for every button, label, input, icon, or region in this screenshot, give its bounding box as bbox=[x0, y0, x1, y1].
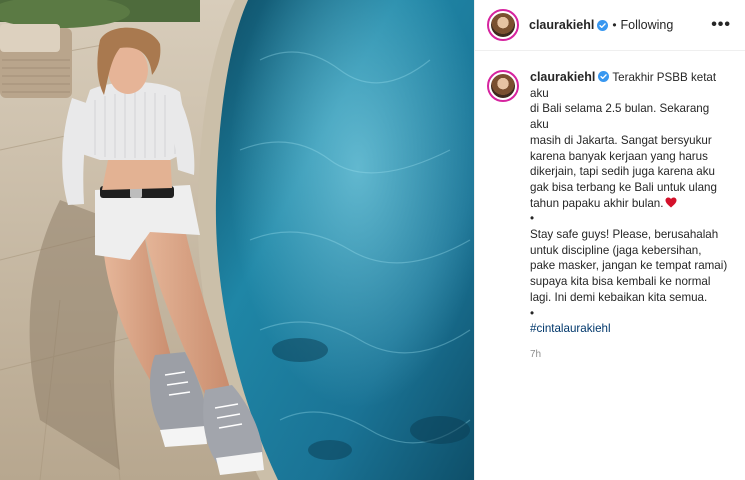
instagram-post: claurakiehl • Following ••• claurakiehl … bbox=[0, 0, 745, 480]
verified-badge-icon bbox=[597, 19, 609, 31]
following-button[interactable]: Following bbox=[621, 18, 674, 32]
caption-line: masih di Jakarta. Sangat bersyukur bbox=[530, 133, 712, 147]
caption-body: claurakiehl Terakhir PSBB ketat aku di B… bbox=[530, 70, 731, 363]
post-timestamp[interactable]: 7h bbox=[530, 347, 731, 363]
caption-line: • bbox=[530, 306, 535, 320]
caption-line: gak bisa terbang ke Bali untuk ulang bbox=[530, 180, 717, 194]
post-details-panel: claurakiehl • Following ••• claurakiehl … bbox=[474, 0, 745, 480]
verified-badge-icon bbox=[598, 71, 610, 82]
more-options-icon[interactable]: ••• bbox=[711, 17, 731, 33]
caption-text: Terakhir PSBB ketat aku di Bali selama 2… bbox=[530, 71, 731, 337]
avatar-image bbox=[491, 74, 515, 98]
caption-line: pake masker, jangan ke tempat ramai) bbox=[530, 259, 728, 273]
caption-line: Stay safe guys! Please, berusahalah bbox=[530, 228, 719, 242]
hashtag-link[interactable]: #cintalaurakiehl bbox=[530, 321, 731, 337]
caption-comment: claurakiehl Terakhir PSBB ketat aku di B… bbox=[475, 51, 745, 363]
caption-line: untuk discipline (jaga kebersihan, bbox=[530, 243, 702, 257]
caption-line-text: tahun papaku akhir bulan. bbox=[530, 196, 664, 210]
caption-username[interactable]: claurakiehl bbox=[530, 70, 595, 84]
caption-line: karena banyak kerjaan yang harus bbox=[530, 149, 708, 163]
caption-line: di Bali selama 2.5 bulan. Sekarang aku bbox=[530, 102, 710, 132]
caption-line: dikerjain, tapi sedih juga karena aku bbox=[530, 165, 715, 179]
caption-author-avatar[interactable] bbox=[487, 70, 519, 102]
pool-photo-illustration bbox=[0, 0, 474, 480]
avatar-image bbox=[491, 13, 515, 37]
header-separator: • bbox=[612, 18, 617, 32]
caption-line: tahun papaku akhir bulan. bbox=[530, 196, 731, 212]
red-heart-icon bbox=[665, 197, 677, 208]
post-header: claurakiehl • Following ••• bbox=[475, 0, 745, 51]
author-username[interactable]: claurakiehl bbox=[529, 18, 594, 32]
author-avatar[interactable] bbox=[487, 9, 519, 41]
caption-line: lagi. Ini demi kebaikan kita semua. bbox=[530, 290, 708, 304]
caption-line: • bbox=[530, 212, 535, 226]
caption-line: supaya kita bisa kembali ke normal bbox=[530, 275, 711, 289]
post-photo[interactable] bbox=[0, 0, 474, 480]
